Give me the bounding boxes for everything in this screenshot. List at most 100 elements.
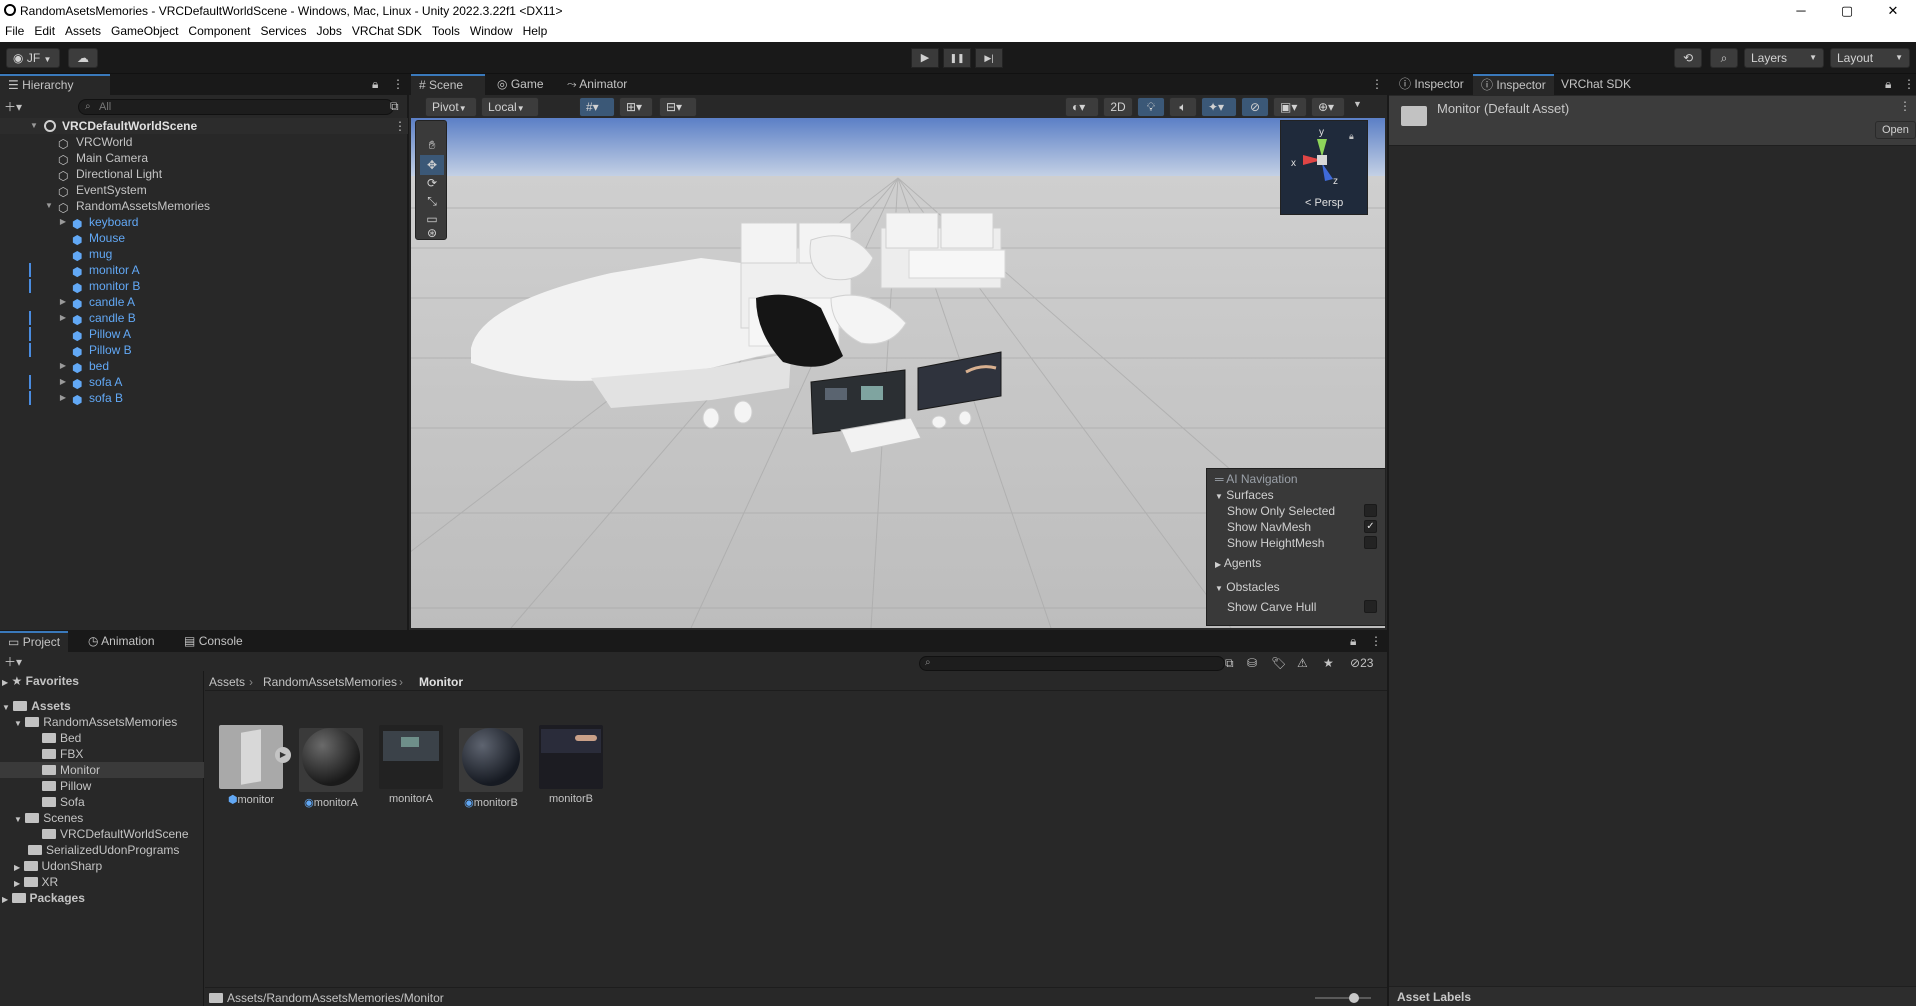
expand-prefab-icon[interactable]: ▶ — [275, 747, 291, 763]
hierarchy-row[interactable]: ⬢ Mouse — [0, 230, 408, 247]
breadcrumb-random[interactable]: RandomAssetsMemories — [263, 675, 397, 689]
hidden-packages-button[interactable]: ⊘23 — [1350, 656, 1373, 670]
effects-toggle[interactable]: ✦▾ — [1201, 97, 1237, 117]
folder-row[interactable]: SerializedUdonPrograms — [28, 842, 179, 858]
hierarchy-row[interactable]: ▶ ⬢ sofa A — [0, 374, 408, 391]
scale-tool-icon[interactable]: ⤡ — [420, 191, 444, 211]
local-dropdown[interactable]: Local▼ — [481, 97, 539, 117]
hierarchy-row[interactable]: ⬡ VRCWorld — [0, 134, 408, 151]
expand-arrow-icon[interactable]: ▶ — [58, 310, 68, 326]
collapse-arrow-icon[interactable]: ▼ — [29, 118, 39, 134]
persp-label[interactable]: < Persp — [1305, 197, 1343, 209]
asset-monitorA-texture[interactable]: monitorA — [377, 725, 445, 805]
hierarchy-row[interactable]: ▼ ⬡ RandomAssetsMemories — [0, 198, 408, 215]
hierarchy-search[interactable]: ⌕ All — [78, 99, 394, 115]
add-button[interactable]: ＋▾ — [4, 98, 22, 115]
search-options-icon[interactable]: ⧉ — [390, 99, 399, 114]
hierarchy-row[interactable]: ▶ ⬢ sofa B — [0, 390, 408, 407]
lock-icon[interactable]: 🔒︎ — [372, 77, 378, 92]
expand-arrow-icon[interactable]: ▶ — [58, 390, 68, 406]
toggle-2d-button[interactable]: 2D — [1103, 97, 1133, 117]
lock-icon[interactable]: 🔒︎ — [1349, 131, 1354, 142]
lock-icon[interactable]: 🔒︎ — [1350, 634, 1356, 649]
zoom-slider-thumb[interactable] — [1349, 993, 1359, 1003]
menu-component[interactable]: Component — [183, 21, 255, 42]
menu-tools[interactable]: Tools — [427, 21, 465, 42]
lock-icon[interactable]: 🔒︎ — [1885, 77, 1891, 92]
asset-monitorA-material[interactable]: ◉monitorA — [297, 725, 365, 809]
close-button[interactable]: ✕ — [1870, 0, 1916, 21]
folder-row[interactable]: Pillow — [42, 778, 91, 794]
agents-foldout[interactable]: ▶ Agents — [1215, 555, 1261, 571]
cloud-button[interactable]: ☁ — [68, 48, 98, 68]
scene-row[interactable]: ▼ VRCDefaultWorldScene ⋮ — [0, 118, 408, 134]
add-asset-button[interactable]: ＋▾ — [4, 653, 22, 670]
tab-inspector-1[interactable]: ⓘ Inspector — [1391, 74, 1472, 95]
snap-increment-button[interactable]: ⊞▾ — [619, 97, 653, 117]
hierarchy-row[interactable]: ⬡ Main Camera — [0, 150, 408, 167]
orientation-gizmo[interactable]: 🔒︎ y x z < Persp — [1280, 120, 1368, 215]
maximize-button[interactable]: ▢ — [1824, 0, 1870, 21]
tab-game[interactable]: ◎ Game — [489, 74, 552, 95]
menu-window[interactable]: Window — [465, 21, 518, 42]
scene-menu-icon[interactable]: ⋮ — [394, 118, 406, 134]
rotate-tool-icon[interactable]: ⟳ — [420, 173, 444, 193]
menu-services[interactable]: Services — [255, 21, 311, 42]
collapse-arrow-icon[interactable]: ▼ — [44, 198, 54, 214]
hierarchy-row[interactable]: ⬢ mug — [0, 246, 408, 263]
kebab-menu-icon[interactable]: ⋮ — [1899, 99, 1911, 113]
hierarchy-row[interactable]: ⬢ monitor A — [0, 262, 408, 279]
menu-assets[interactable]: Assets — [60, 21, 106, 42]
play-button[interactable]: ▶ — [911, 48, 939, 68]
tab-vrchat-sdk[interactable]: VRChat SDK — [1553, 74, 1639, 95]
menu-jobs[interactable]: Jobs — [311, 21, 346, 42]
pivot-dropdown[interactable]: Pivot▼ — [425, 97, 477, 117]
pause-button[interactable]: ❚❚ — [943, 48, 971, 68]
hierarchy-row[interactable]: ▶ ⬢ candle B — [0, 310, 408, 327]
hand-tool-icon[interactable]: ✋︎ — [420, 135, 444, 155]
project-search[interactable]: ⌕ — [919, 656, 1225, 671]
open-button[interactable]: Open — [1875, 121, 1916, 139]
tab-hierarchy[interactable]: ☰ Hierarchy — [0, 74, 110, 95]
folder-row-selected[interactable]: Monitor — [0, 762, 204, 778]
packages-row[interactable]: ▶ Packages — [2, 890, 85, 906]
move-tool-icon[interactable]: ✥ — [420, 155, 444, 175]
folder-row[interactable]: Sofa — [42, 794, 85, 810]
obstacles-foldout[interactable]: ▼ Obstacles — [1215, 579, 1280, 595]
hierarchy-row[interactable]: ⬡ Directional Light — [0, 166, 408, 183]
label-icon[interactable]: 🏷︎ — [1271, 656, 1286, 670]
expand-arrow-icon[interactable]: ▶ — [58, 358, 68, 374]
asset-monitor-prefab[interactable]: ▶ ⬢monitor — [217, 725, 291, 806]
tab-scene[interactable]: # Scene — [411, 74, 485, 95]
folder-row[interactable]: Bed — [42, 730, 81, 746]
drag-handle-icon[interactable]: ═ — [1215, 472, 1224, 486]
tab-animation[interactable]: ◷ Animation — [80, 631, 163, 652]
show-carve-hull-checkbox[interactable] — [1364, 600, 1377, 613]
favorite-star-icon[interactable]: ★ — [1323, 656, 1334, 670]
hierarchy-row[interactable]: ⬡ EventSystem — [0, 182, 408, 199]
tab-project[interactable]: ▭ Project — [0, 631, 69, 652]
show-heightmesh-checkbox[interactable] — [1364, 536, 1377, 549]
gizmos-button[interactable]: ⊕▾ — [1311, 97, 1345, 117]
hierarchy-row[interactable]: ⬢ Pillow A — [0, 326, 408, 343]
history-button[interactable]: ⟲ — [1674, 48, 1702, 68]
layers-dropdown[interactable]: Layers ▼ — [1744, 48, 1824, 68]
breadcrumb-assets[interactable]: Assets — [209, 675, 245, 689]
step-button[interactable]: ▶| — [975, 48, 1003, 68]
kebab-menu-icon[interactable]: ⋮ — [392, 77, 404, 91]
hierarchy-row[interactable]: ⬢ Pillow B — [0, 342, 408, 359]
assets-row[interactable]: ▼ Assets — [2, 698, 71, 714]
menu-help[interactable]: Help — [518, 21, 553, 42]
tab-animator[interactable]: ⤳ Animator — [559, 74, 635, 95]
favorites-row[interactable]: ▶ ★ Favorites — [2, 673, 79, 689]
folder-row[interactable]: ▶ UdonSharp — [14, 858, 102, 874]
asset-monitorB-material[interactable]: ◉monitorB — [457, 725, 525, 809]
layout-dropdown[interactable]: Layout ▼ — [1830, 48, 1910, 68]
ruler-button[interactable]: ⊟▾ — [659, 97, 697, 117]
asset-monitorB-texture[interactable]: monitorB — [537, 725, 605, 805]
tab-console[interactable]: ▤ Console — [176, 631, 251, 652]
folder-row[interactable]: FBX — [42, 746, 83, 762]
search-button[interactable]: ⌕ — [1710, 48, 1738, 68]
transform-tool-icon[interactable]: ⊛ — [420, 225, 444, 241]
folder-row[interactable]: VRCDefaultWorldScene — [42, 826, 189, 842]
